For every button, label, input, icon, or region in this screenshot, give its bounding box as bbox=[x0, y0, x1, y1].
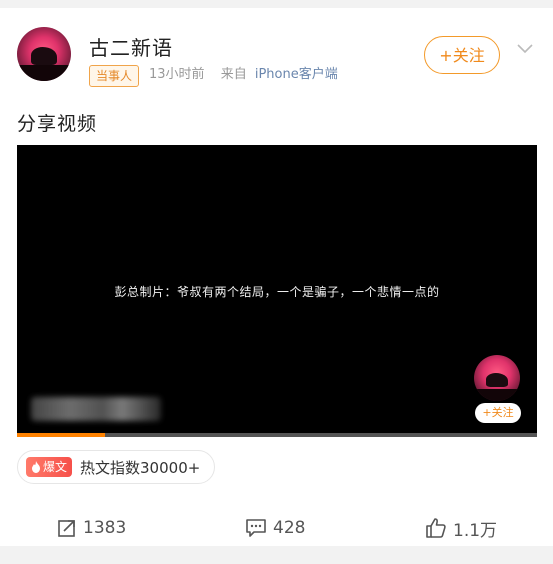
video-follow-button[interactable]: +关注 bbox=[475, 403, 521, 423]
flame-icon bbox=[32, 461, 40, 473]
post-time: 13小时前 bbox=[149, 67, 205, 82]
repost-icon bbox=[58, 520, 75, 537]
video-subtitle: 彭总制片：爷叔有两个结局，一个是骗子，一个悲情一点的 bbox=[114, 285, 440, 299]
username[interactable]: 古二新语 bbox=[89, 32, 173, 61]
hot-index-label: 热文指数30000+ bbox=[80, 458, 201, 477]
video-progress-fill bbox=[17, 433, 106, 437]
like-button[interactable]: 1.1万 bbox=[425, 506, 497, 550]
source-device[interactable]: iPhone客户端 bbox=[255, 67, 338, 82]
hot-badge: 爆文 bbox=[26, 457, 73, 477]
comment-count: 428 bbox=[273, 518, 306, 538]
chevron-down-icon[interactable] bbox=[516, 40, 534, 58]
hot-index-chip[interactable]: 爆文 热文指数30000+ bbox=[17, 450, 216, 484]
post-text: 分享视频 bbox=[17, 113, 98, 135]
comment-button[interactable]: 428 bbox=[245, 506, 305, 550]
repost-count: 1383 bbox=[83, 518, 127, 538]
thumbs-up-icon bbox=[426, 518, 446, 538]
like-count: 1.1万 bbox=[453, 520, 498, 541]
video-progress-bar[interactable] bbox=[17, 433, 537, 437]
role-badge: 当事人 bbox=[89, 65, 140, 87]
weibo-post-card: 古二新语 当事人 13小时前 来自 iPhone客户端 +关注 分享视频 彭总制… bbox=[0, 8, 553, 546]
video-author-avatar[interactable] bbox=[474, 355, 520, 401]
action-bar: 1383 428 1.1万 bbox=[0, 506, 553, 550]
post-meta: 13小时前 来自 iPhone客户端 bbox=[149, 65, 338, 85]
user-avatar[interactable] bbox=[17, 27, 71, 81]
repost-button[interactable]: 1383 bbox=[57, 506, 126, 550]
source-prefix: 来自 bbox=[220, 67, 247, 82]
blurred-watermark bbox=[31, 397, 161, 421]
comment-icon bbox=[246, 519, 266, 537]
follow-button[interactable]: +关注 bbox=[424, 36, 500, 74]
video-player[interactable]: 彭总制片：爷叔有两个结局，一个是骗子，一个悲情一点的 +关注 bbox=[17, 145, 537, 437]
